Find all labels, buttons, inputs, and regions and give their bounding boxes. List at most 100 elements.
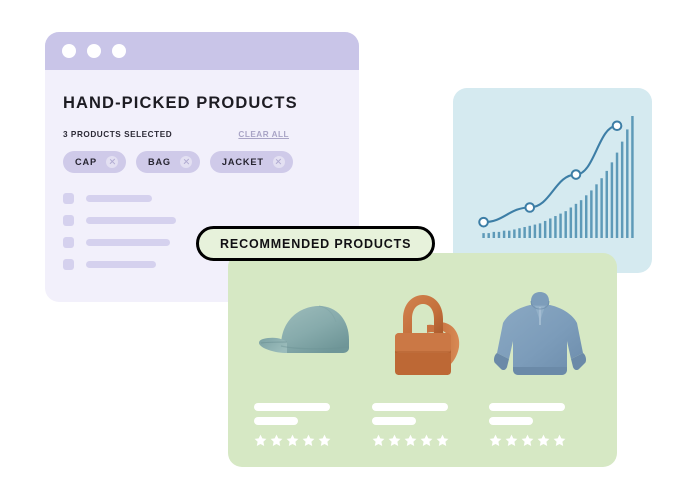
chart-data-point	[570, 169, 582, 180]
recommended-products-badge-label: RECOMMENDED PRODUCTS	[220, 236, 412, 251]
chart-bar	[533, 224, 537, 238]
chip-label: CAP	[75, 157, 97, 167]
star-icon	[553, 434, 566, 446]
chart-data-point	[478, 216, 489, 228]
product-subtitle-placeholder	[371, 417, 416, 425]
page-title: HAND-PICKED PRODUCTS	[63, 94, 298, 112]
product-rating	[372, 434, 449, 447]
sweater-illustration	[494, 292, 587, 375]
chip-label: JACKET	[221, 157, 264, 167]
product-card-jacket[interactable]	[481, 281, 599, 451]
chart-bar	[502, 230, 506, 238]
chart-bar	[497, 231, 501, 238]
baseball-cap-illustration	[258, 305, 349, 353]
analytics-chart-card	[453, 88, 652, 273]
product-title-placeholder	[254, 403, 330, 411]
list-item-text-placeholder	[86, 261, 156, 268]
product-image-bag	[372, 281, 474, 389]
close-icon[interactable]	[272, 156, 285, 168]
window-dot-close-icon[interactable]	[62, 44, 76, 58]
product-card-bag[interactable]	[364, 281, 482, 451]
illustration-stage: HAND-PICKED PRODUCTS 3 PRODUCTS SELECTED…	[0, 0, 700, 501]
product-card-cap[interactable]	[246, 281, 364, 451]
star-icon	[270, 434, 283, 446]
chart-bar	[600, 178, 603, 238]
product-rating	[489, 434, 566, 447]
chart-bar	[615, 152, 619, 238]
product-subtitle-placeholder	[254, 417, 298, 425]
window-titlebar	[45, 32, 359, 70]
chip-cap[interactable]: CAP	[63, 151, 126, 173]
chart-bar	[549, 218, 552, 238]
star-icon	[372, 434, 385, 446]
product-image-jacket	[489, 281, 591, 389]
chart-bar	[508, 230, 511, 238]
chart-bar	[523, 227, 526, 238]
product-title-placeholder	[371, 403, 448, 411]
chart-bar	[595, 184, 598, 238]
chart-bar	[559, 213, 562, 238]
list-item-thumbnail	[63, 237, 74, 248]
list-item[interactable]	[63, 215, 341, 226]
chart-bar	[513, 229, 516, 238]
chart-bar	[518, 228, 521, 238]
star-icon	[318, 434, 331, 446]
chart-bar	[554, 216, 557, 238]
chart-bar	[585, 195, 588, 238]
list-item[interactable]	[63, 193, 341, 204]
star-icon	[436, 434, 449, 446]
list-item-text-placeholder	[86, 239, 170, 246]
list-item-thumbnail	[63, 193, 74, 204]
close-icon[interactable]	[179, 156, 192, 168]
selected-count-label: 3 PRODUCTS SELECTED	[63, 130, 173, 139]
chart-bar	[528, 225, 531, 238]
chip-label: BAG	[147, 157, 171, 167]
selected-product-chips: CAP BAG JACKET	[63, 151, 341, 173]
chip-bag[interactable]: BAG	[135, 151, 200, 173]
star-icon	[404, 434, 417, 446]
close-icon[interactable]	[105, 156, 118, 168]
window-dot-minimize-icon[interactable]	[87, 44, 101, 58]
product-image-cap	[254, 281, 356, 389]
chart-bar	[605, 170, 608, 238]
chart-bars	[482, 116, 634, 238]
window-dot-maximize-icon[interactable]	[112, 44, 126, 58]
clear-all-link[interactable]: CLEAR ALL	[238, 130, 289, 139]
product-subtitle-placeholder	[489, 417, 534, 425]
chart-data-point-markers	[478, 120, 623, 228]
chart-bar	[626, 129, 629, 238]
selection-meta-row: 3 PRODUCTS SELECTED CLEAR ALL	[63, 130, 341, 139]
star-icon	[254, 434, 267, 446]
chart-bar	[543, 220, 547, 238]
chart-bar	[610, 162, 614, 238]
chart-bar	[569, 207, 573, 238]
star-icon	[302, 434, 315, 446]
star-icon	[537, 434, 550, 446]
list-item-thumbnail	[63, 215, 74, 226]
star-icon	[286, 434, 299, 446]
recommended-products-card	[228, 253, 617, 467]
growth-chart	[478, 116, 634, 238]
chip-jacket[interactable]: JACKET	[209, 151, 293, 173]
star-icon	[521, 434, 534, 446]
chart-bar	[590, 190, 593, 238]
chart-bar	[487, 233, 490, 238]
chart-bar	[620, 141, 624, 238]
list-item-text-placeholder	[86, 195, 152, 202]
product-title-placeholder	[489, 403, 566, 411]
chart-bar	[482, 233, 485, 238]
product-rating	[254, 434, 331, 447]
star-icon	[420, 434, 433, 446]
chart-data-point	[524, 202, 536, 213]
star-icon	[388, 434, 401, 446]
star-icon	[505, 434, 518, 446]
chart-bar	[564, 211, 567, 238]
handbag-illustration	[394, 295, 459, 375]
chart-bar	[579, 200, 583, 238]
recommended-products-badge[interactable]: RECOMMENDED PRODUCTS	[196, 226, 436, 261]
list-item-thumbnail	[63, 259, 74, 270]
chart-bar	[492, 231, 496, 238]
star-icon	[489, 434, 502, 446]
chart-bar	[574, 203, 578, 238]
chart-bar	[538, 223, 542, 238]
